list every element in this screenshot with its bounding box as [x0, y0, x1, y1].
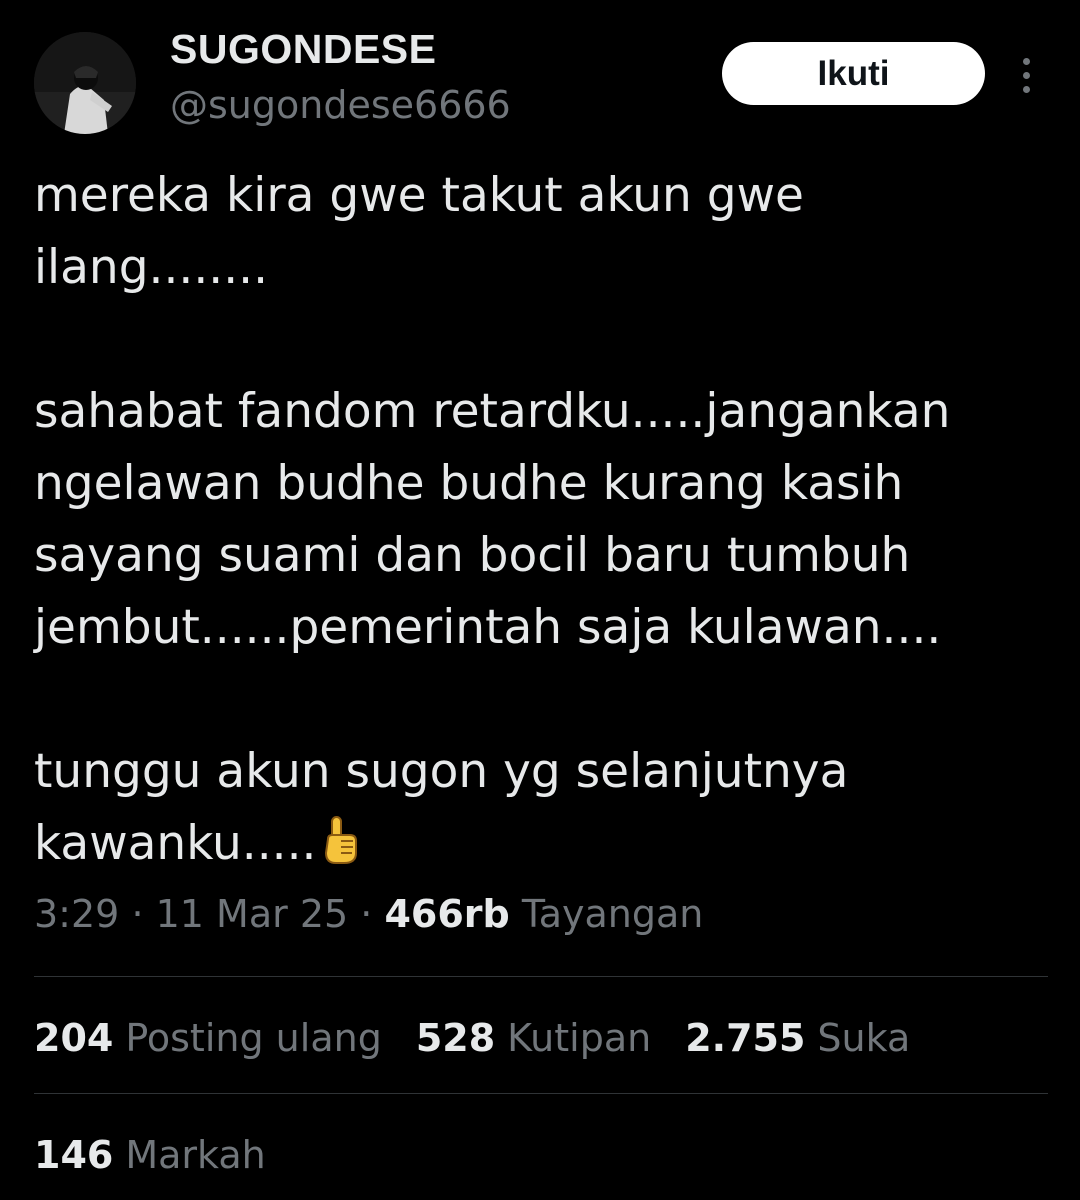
- tweet-line-last: kawanku.....: [34, 808, 1054, 880]
- tweet-line: jembut......pemerintah saja kulawan....: [34, 600, 942, 655]
- avatar[interactable]: [34, 32, 136, 134]
- more-dot: [1022, 71, 1030, 79]
- tweet-line: sahabat fandom retardku.....jangankan: [34, 384, 951, 439]
- more-options-icon[interactable]: [1008, 50, 1044, 100]
- tweet-line: ngelawan budhe budhe kurang kasih: [34, 456, 904, 511]
- tweet-line: tunggu akun sugon yg selanjutnya: [34, 744, 849, 799]
- more-dot: [1022, 85, 1030, 93]
- tweet-text: mereka kira gwe takut akun gwe ilang....…: [34, 160, 1054, 880]
- quotes-count: 528: [415, 1016, 496, 1060]
- tweet-line: [34, 304, 1054, 376]
- bookmark-stats: 146 Markah: [34, 1133, 266, 1177]
- meta-separator: ·: [131, 892, 144, 936]
- user-handle[interactable]: @sugondese6666: [170, 83, 511, 127]
- tweet-line: sayang suami dan bocil baru tumbuh: [34, 528, 911, 583]
- bookmarks-stat[interactable]: 146 Markah: [34, 1133, 266, 1177]
- tweet-meta: 3:29 · 11 Mar 25 · 466rb Tayangan: [34, 892, 703, 936]
- tweet-date[interactable]: 11 Mar 25: [156, 892, 349, 936]
- tweet-line: mereka kira gwe takut akun gwe: [34, 168, 804, 223]
- meta-separator: ·: [360, 892, 373, 936]
- divider: [34, 1093, 1048, 1094]
- more-dot: [1022, 57, 1030, 65]
- bookmarks-label: Markah: [125, 1133, 266, 1177]
- likes-stat[interactable]: 2.755 Suka: [685, 1016, 910, 1060]
- views-count: 466rb: [384, 892, 510, 936]
- follow-button[interactable]: Ikuti: [722, 42, 985, 105]
- reposts-count: 204: [34, 1016, 114, 1060]
- divider: [34, 976, 1048, 977]
- engagement-stats: 204 Posting ulang 528 Kutipan 2.755 Suka: [34, 1016, 910, 1060]
- reposts-label: Posting ulang: [125, 1016, 382, 1060]
- likes-label: Suka: [817, 1016, 911, 1060]
- display-name[interactable]: SUGONDESE: [170, 26, 437, 73]
- tweet-time[interactable]: 3:29: [34, 892, 119, 936]
- reposts-stat[interactable]: 204 Posting ulang: [34, 1016, 382, 1060]
- point-up-icon: [320, 814, 360, 886]
- tweet-line-text: kawanku.....: [34, 816, 317, 871]
- quotes-label: Kutipan: [507, 1016, 652, 1060]
- likes-count: 2.755: [685, 1016, 806, 1060]
- tweet-line: ilang........: [34, 240, 269, 295]
- views-label: Tayangan: [521, 892, 704, 936]
- tweet-line: [34, 664, 1054, 736]
- quotes-stat[interactable]: 528 Kutipan: [416, 1016, 651, 1060]
- bookmarks-count: 146: [34, 1133, 114, 1177]
